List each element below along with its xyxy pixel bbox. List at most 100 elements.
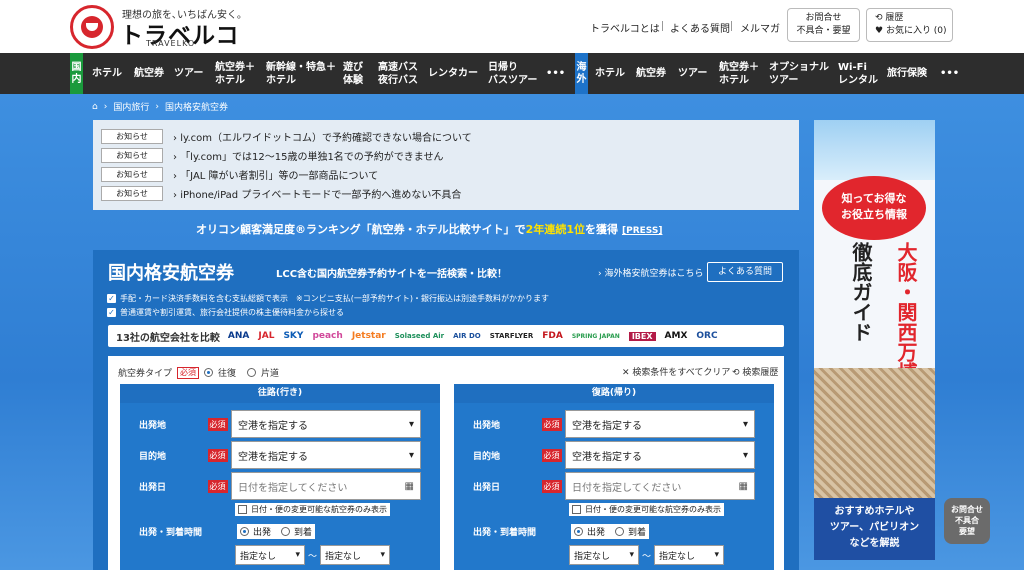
notice-label: お知らせ: [101, 185, 163, 201]
return-to-select[interactable]: 空港を指定する ▾: [565, 441, 755, 469]
heart-icon: ♥: [875, 26, 886, 36]
return-time-type: 出発 到着: [571, 524, 650, 539]
airline-logo-solaseed: Solaseed Air: [394, 332, 445, 340]
round-trip-radio[interactable]: [204, 368, 214, 377]
airline-logo-jetstar: Jetstar: [351, 331, 386, 341]
nav-domestic-more[interactable]: •••: [546, 53, 565, 94]
nav-domestic-bus[interactable]: 高速バス 夜行バス: [378, 53, 418, 94]
nav-overseas-insurance[interactable]: 旅行保険: [887, 53, 927, 94]
airline-logo-peach: peach: [312, 331, 343, 341]
nav-overseas-more[interactable]: •••: [940, 53, 959, 94]
banner-caption: おすすめホテルや ツアー、パビリオン などを解説: [814, 498, 935, 560]
one-way-radio[interactable]: [247, 368, 257, 377]
nav-domestic-rentacar[interactable]: レンタカー: [428, 53, 478, 94]
return-flexible-checkbox[interactable]: 日付・便の変更可能な航空券のみ表示: [569, 503, 724, 516]
outbound-time-type: 出発 到着: [237, 524, 316, 539]
airlines-bar: 13社の航空会社を比較 ANA JAL SKY peach Jetstar So…: [108, 325, 784, 347]
nav-domestic-flight[interactable]: 航空券: [134, 53, 164, 94]
return-from-row: 出発地 必須 空港を指定する ▾: [465, 410, 755, 438]
nav-domestic-daytrip[interactable]: 日帰り バスツアー: [488, 53, 537, 94]
nav-overseas-hotel[interactable]: ホテル: [595, 53, 625, 94]
return-date-input[interactable]: 日付を指定してください ▦: [565, 472, 755, 500]
ticket-type-row: 航空券タイプ 必須 往復 片道: [118, 366, 279, 379]
nav-overseas-flight-hotel[interactable]: 航空券＋ ホテル: [719, 53, 759, 94]
logo-mascot-icon[interactable]: [70, 5, 114, 49]
outbound-from-select[interactable]: 空港を指定する ▾: [231, 410, 421, 438]
one-way-label[interactable]: 片道: [261, 366, 279, 379]
brand-sub-text: TRAVELKO: [146, 39, 196, 48]
faq-button[interactable]: よくある質問: [707, 262, 783, 282]
notice-label: お知らせ: [101, 128, 163, 144]
about-link[interactable]: トラベルコとは: [590, 20, 660, 35]
header-separator: [662, 21, 663, 31]
notice-label: お知らせ: [101, 166, 163, 182]
notice-box: お知らせ › ly.com（エルワイドットコム）で予約確認できない場合について お…: [93, 120, 799, 210]
airline-logo-orc: ORC: [696, 331, 718, 341]
breadcrumb-domestic[interactable]: 国内旅行: [113, 100, 149, 113]
floating-contact-button[interactable]: お問合せ 不具合 要望: [944, 498, 990, 544]
search-history-link[interactable]: ⟲ 検索履歴: [732, 365, 778, 378]
faq-link[interactable]: よくある質問: [670, 20, 730, 35]
calendar-icon: ▦: [404, 480, 414, 492]
caret-down-icon: ▾: [742, 418, 748, 430]
return-date-row: 出発日 必須 日付を指定してください ▦: [465, 472, 755, 500]
press-link[interactable]: [PRESS]: [622, 226, 662, 236]
history-label: 履歴: [885, 13, 904, 23]
check-icon: ✓: [107, 294, 116, 303]
overseas-tag: 海外: [575, 53, 588, 94]
feature-check: ✓ 普通運賃や割引運賃、旅行会社提供の株主優待料金から探せる: [107, 308, 344, 317]
contact-button[interactable]: お問合せ 不具合・要望: [787, 8, 860, 42]
notice-item[interactable]: お知らせ › 「JAL 障がい者割引」等の一部商品について: [101, 166, 378, 182]
main-nav: 国内 ホテル 航空券 ツアー 航空券＋ ホテル 新幹線・特急＋ ホテル 遊び 体…: [0, 53, 1024, 94]
outbound-to-row: 目的地 必須 空港を指定する ▾: [131, 441, 421, 469]
airlines-label: 13社の航空会社を比較: [116, 332, 220, 344]
return-time-from-select[interactable]: 指定なし ▾: [569, 545, 639, 565]
nav-domestic-rail-hotel[interactable]: 新幹線・特急＋ ホテル: [266, 53, 336, 94]
nav-domestic-tour[interactable]: ツアー: [174, 53, 203, 94]
airline-logo-fda: FDA: [542, 331, 563, 341]
expo-guide-banner[interactable]: 知ってお得な お役立ち情報 大阪・関西万博 徹底ガイド おすすめホテルや ツアー、パ…: [814, 120, 935, 560]
nav-domestic-hotel[interactable]: ホテル: [92, 53, 122, 94]
outbound-from-row: 出発地 必須 空港を指定する ▾: [131, 410, 421, 438]
header-separator: [731, 21, 732, 31]
return-from-select[interactable]: 空港を指定する ▾: [565, 410, 755, 438]
airline-logo-airdo: AIR DO: [453, 332, 481, 340]
home-icon[interactable]: ⌂: [92, 102, 98, 112]
site-header: 理想の旅を､いちばん安く｡ トラベルコ TRAVELKO トラベルコとは よくあ…: [0, 0, 1024, 53]
notice-item[interactable]: お知らせ › ly.com（エルワイドットコム）で予約確認できない場合について: [101, 128, 472, 144]
nav-domestic-activities[interactable]: 遊び 体験: [343, 53, 363, 94]
newsletter-link[interactable]: メルマガ: [740, 20, 780, 35]
nav-overseas-wifi[interactable]: Wi-Fi レンタル: [838, 53, 878, 94]
outbound-time-to-select[interactable]: 指定なし ▾: [320, 545, 390, 565]
overseas-flights-link[interactable]: › 海外格安航空券はこちら: [598, 266, 703, 279]
return-arrive-radio[interactable]: [615, 527, 625, 536]
outbound-arrive-radio[interactable]: [281, 527, 291, 536]
notice-item[interactable]: お知らせ › 「ly.com」では12～15歳の単独1名での予約ができません: [101, 147, 444, 163]
return-tilde: 〜: [642, 552, 652, 562]
notice-item[interactable]: お知らせ › iPhone/iPad プライベートモードで一部予約へ進めない不具合: [101, 185, 461, 201]
nav-overseas-optional-tour[interactable]: オプショナル ツアー: [769, 53, 829, 94]
nav-domestic-flight-hotel[interactable]: 航空券＋ ホテル: [215, 53, 255, 94]
outbound-date-row: 出発日 必須 日付を指定してください ▦: [131, 472, 421, 500]
nav-overseas-tour[interactable]: ツアー: [678, 53, 707, 94]
outbound-flexible-checkbox[interactable]: 日付・便の変更可能な航空券のみ表示: [235, 503, 390, 516]
airline-logo-amx: AMX: [664, 331, 688, 341]
outbound-time-label: 出発・到着時間: [131, 517, 204, 545]
return-depart-radio[interactable]: [574, 527, 583, 536]
airline-logo-ibex: IBEX: [628, 331, 656, 341]
history-favorites-button[interactable]: ⟲ 履歴 ♥ お気に入り (0): [866, 8, 953, 42]
outbound-depart-radio[interactable]: [240, 527, 249, 536]
outbound-to-select[interactable]: 空港を指定する ▾: [231, 441, 421, 469]
banner-building-image: [814, 368, 935, 508]
nav-overseas-flight[interactable]: 航空券: [636, 53, 666, 94]
banner-bubble: 知ってお得な お役立ち情報: [822, 176, 926, 240]
caret-down-icon: ▾: [408, 418, 414, 430]
caret-down-icon: ▾: [380, 550, 385, 560]
round-trip-label[interactable]: 往復: [218, 366, 236, 379]
outbound-tilde: 〜: [308, 552, 318, 562]
history-icon: ⟲: [732, 368, 743, 378]
outbound-date-input[interactable]: 日付を指定してください ▦: [231, 472, 421, 500]
outbound-time-from-select[interactable]: 指定なし ▾: [235, 545, 305, 565]
return-time-to-select[interactable]: 指定なし ▾: [654, 545, 724, 565]
clear-all-link[interactable]: ✕ 検索条件をすべてクリア: [622, 365, 730, 378]
